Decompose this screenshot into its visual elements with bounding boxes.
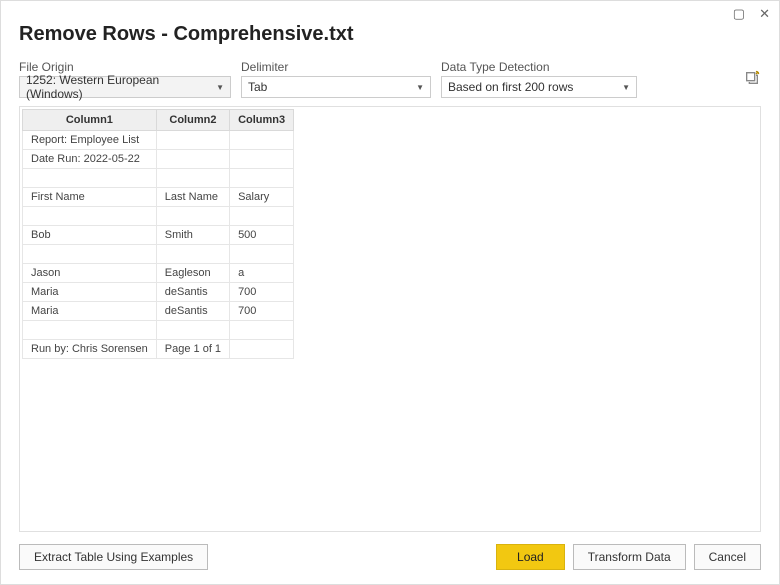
table-row[interactable] <box>23 321 294 340</box>
load-button[interactable]: Load <box>496 544 565 570</box>
table-cell <box>230 245 294 264</box>
table-row[interactable]: Run by: Chris SorensenPage 1 of 1 <box>23 340 294 359</box>
data-preview-area[interactable]: Column1 Column2 Column3 Report: Employee… <box>19 106 761 532</box>
data-type-detection-dropdown[interactable]: Based on first 200 rows ▼ <box>441 76 637 98</box>
file-origin-group: File Origin 1252: Western European (Wind… <box>19 60 231 98</box>
table-cell: deSantis <box>156 302 229 321</box>
data-type-detection-label: Data Type Detection <box>441 60 637 74</box>
table-cell <box>156 131 229 150</box>
data-type-detection-value: Based on first 200 rows <box>448 80 573 94</box>
column-header[interactable]: Column2 <box>156 110 229 131</box>
import-options-row: File Origin 1252: Western European (Wind… <box>19 60 761 98</box>
maximize-icon[interactable]: ▢ <box>733 6 745 22</box>
table-cell <box>230 340 294 359</box>
table-cell <box>156 321 229 340</box>
table-cell <box>23 245 157 264</box>
table-header-row: Column1 Column2 Column3 <box>23 110 294 131</box>
file-origin-dropdown[interactable]: 1252: Western European (Windows) ▼ <box>19 76 231 98</box>
column-header[interactable]: Column1 <box>23 110 157 131</box>
table-cell <box>156 207 229 226</box>
table-row[interactable]: MariadeSantis700 <box>23 302 294 321</box>
table-cell <box>230 207 294 226</box>
file-origin-label: File Origin <box>19 60 231 74</box>
table-cell: deSantis <box>156 283 229 302</box>
refresh-icon[interactable] <box>743 69 761 87</box>
table-row[interactable] <box>23 169 294 188</box>
table-cell <box>230 131 294 150</box>
table-row[interactable] <box>23 207 294 226</box>
close-icon[interactable]: ✕ <box>759 6 770 22</box>
table-cell: Date Run: 2022-05-22 <box>23 150 157 169</box>
table-cell: Report: Employee List <box>23 131 157 150</box>
table-cell: Salary <box>230 188 294 207</box>
table-cell <box>230 321 294 340</box>
table-cell: Bob <box>23 226 157 245</box>
delimiter-group: Delimiter Tab ▼ <box>241 60 431 98</box>
table-row[interactable]: First NameLast NameSalary <box>23 188 294 207</box>
delimiter-dropdown[interactable]: Tab ▼ <box>241 76 431 98</box>
table-cell: 700 <box>230 302 294 321</box>
table-cell: a <box>230 264 294 283</box>
table-cell: First Name <box>23 188 157 207</box>
delimiter-label: Delimiter <box>241 60 431 74</box>
table-cell: Maria <box>23 283 157 302</box>
table-cell: Maria <box>23 302 157 321</box>
table-cell <box>230 150 294 169</box>
table-cell: Last Name <box>156 188 229 207</box>
chevron-down-icon: ▼ <box>622 83 630 92</box>
file-origin-value: 1252: Western European (Windows) <box>26 73 216 101</box>
dialog-title: Remove Rows - Comprehensive.txt <box>19 23 761 46</box>
table-cell <box>156 169 229 188</box>
table-row[interactable]: Report: Employee List <box>23 131 294 150</box>
import-preview-dialog: ▢ ✕ Remove Rows - Comprehensive.txt File… <box>0 0 780 585</box>
extract-table-button[interactable]: Extract Table Using Examples <box>19 544 208 570</box>
table-cell <box>23 321 157 340</box>
table-cell <box>156 150 229 169</box>
delimiter-value: Tab <box>248 80 267 94</box>
table-cell <box>23 207 157 226</box>
table-cell <box>230 169 294 188</box>
table-row[interactable] <box>23 245 294 264</box>
cancel-button[interactable]: Cancel <box>694 544 761 570</box>
table-cell: Smith <box>156 226 229 245</box>
chevron-down-icon: ▼ <box>416 83 424 92</box>
table-row[interactable]: JasonEaglesona <box>23 264 294 283</box>
table-cell: Jason <box>23 264 157 283</box>
table-cell: Run by: Chris Sorensen <box>23 340 157 359</box>
table-cell <box>23 169 157 188</box>
preview-table: Column1 Column2 Column3 Report: Employee… <box>22 109 294 359</box>
chevron-down-icon: ▼ <box>216 83 224 92</box>
table-row[interactable]: Date Run: 2022-05-22 <box>23 150 294 169</box>
transform-data-button[interactable]: Transform Data <box>573 544 686 570</box>
dialog-footer: Extract Table Using Examples Load Transf… <box>19 544 761 570</box>
column-header[interactable]: Column3 <box>230 110 294 131</box>
data-type-detection-group: Data Type Detection Based on first 200 r… <box>441 60 637 98</box>
table-cell <box>156 245 229 264</box>
table-cell: 700 <box>230 283 294 302</box>
table-cell: 500 <box>230 226 294 245</box>
table-row[interactable]: MariadeSantis700 <box>23 283 294 302</box>
table-cell: Page 1 of 1 <box>156 340 229 359</box>
table-cell: Eagleson <box>156 264 229 283</box>
window-controls: ▢ ✕ <box>733 6 770 22</box>
table-row[interactable]: BobSmith500 <box>23 226 294 245</box>
